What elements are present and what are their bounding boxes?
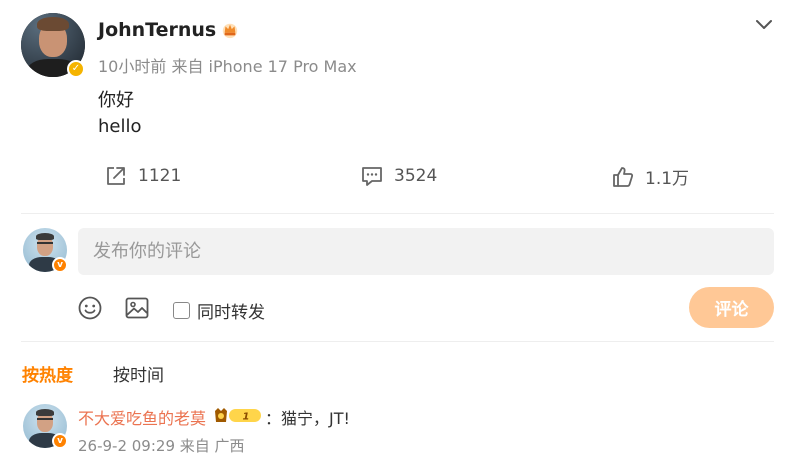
post-text-line: 你好 <box>98 90 134 111</box>
like-count: 1.1万 <box>645 169 690 189</box>
divider <box>21 341 774 342</box>
commenter-name[interactable]: 不大爱吃鱼的老莫 <box>78 405 206 429</box>
repost-checkbox-label: 同时转发 <box>197 303 265 323</box>
divider <box>21 213 774 214</box>
repost-checkbox[interactable]: 同时转发 <box>173 298 265 323</box>
crown-icon <box>223 23 238 39</box>
comment-button[interactable]: 3524 <box>360 164 437 188</box>
comment-icon <box>362 167 382 186</box>
tab-sort-by-hot[interactable]: 按热度 <box>22 361 73 386</box>
post-text-line: hello <box>98 116 142 137</box>
author-name-text[interactable]: JohnTernus <box>98 19 216 41</box>
repost-button[interactable]: 1121 <box>104 164 181 188</box>
vip-badge-icon: v <box>52 257 68 273</box>
comment-count: 3524 <box>394 166 438 186</box>
chevron-down-icon[interactable] <box>754 14 774 34</box>
post-meta: 10小时前 来自 iPhone 17 Pro Max <box>98 57 357 76</box>
image-icon[interactable] <box>124 295 150 321</box>
vip-badge-icon: v <box>52 433 68 449</box>
fan-level-number: 1 <box>243 412 250 423</box>
submit-comment-button[interactable]: 评论 <box>689 287 774 328</box>
author-name[interactable]: JohnTernus <box>98 19 239 41</box>
like-button[interactable]: 1.1万 <box>611 164 689 189</box>
fan-level-badge-icon: 1 <box>215 408 261 423</box>
share-icon <box>107 167 125 185</box>
thumbs-up-icon <box>613 166 634 187</box>
smile-icon[interactable] <box>77 295 103 321</box>
verified-badge-icon: ✓ <box>67 60 85 78</box>
comment-meta: 26-9-2 09:29 来自 广西 <box>78 437 245 455</box>
tab-sort-by-time[interactable]: 按时间 <box>113 361 164 386</box>
comment-input[interactable] <box>78 228 774 275</box>
repost-count: 1121 <box>138 166 182 186</box>
checkbox-box[interactable] <box>173 302 190 319</box>
comment-text: ：猫宁，JT! <box>265 409 350 428</box>
